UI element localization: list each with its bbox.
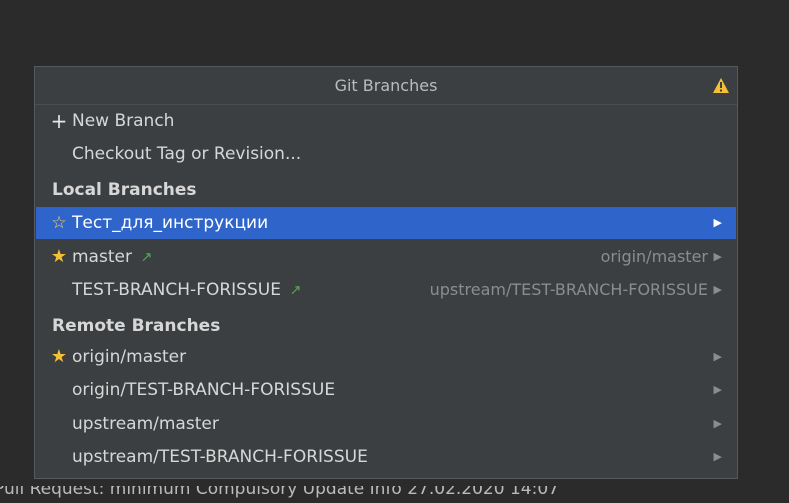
submenu-arrow-icon: ▶	[713, 417, 722, 430]
remote-branch-name: upstream/TEST-BRANCH-FORISSUE	[72, 447, 368, 467]
local-branch-name: Тест_для_инструкции	[72, 213, 269, 233]
remote-branch-name: origin/master	[72, 347, 187, 367]
checkout-tag-label: Checkout Tag or Revision...	[72, 144, 302, 164]
local-branches-title: Local Branches	[52, 180, 197, 200]
submenu-arrow-icon: ▶	[713, 283, 722, 296]
tracking-branch: upstream/TEST-BRANCH-FORISSUE	[429, 280, 708, 299]
remote-branch-name: origin/TEST-BRANCH-FORISSUE	[72, 380, 336, 400]
local-branch-row[interactable]: ★ master ↑ origin/master ▶	[36, 241, 736, 273]
star-filled-icon[interactable]: ★	[48, 341, 70, 373]
submenu-arrow-icon: ▶	[713, 250, 722, 263]
local-branches-header: Local Branches	[36, 174, 736, 206]
tracking-branch: origin/master	[600, 247, 708, 266]
remote-branch-row[interactable]: upstream/master ▶	[36, 408, 736, 440]
status-bar-text: Pull Request: minimum Compulsory Update …	[0, 486, 559, 499]
submenu-arrow-icon: ▶	[713, 350, 722, 363]
remote-branch-name: upstream/master	[72, 414, 219, 434]
star-outline-icon[interactable]: ☆	[48, 207, 70, 239]
local-branch-name: TEST-BRANCH-FORISSUE	[72, 280, 281, 300]
plus-icon: +	[50, 109, 68, 133]
submenu-arrow-icon: ▶	[713, 383, 722, 396]
checkout-tag-item[interactable]: Checkout Tag or Revision...	[36, 138, 736, 170]
popup-header: Git Branches	[35, 67, 737, 105]
submenu-arrow-icon: ▶	[713, 216, 722, 229]
remote-branches-title: Remote Branches	[52, 316, 221, 336]
local-branch-label-wrap: TEST-BRANCH-FORISSUE ↑	[72, 274, 305, 307]
git-branches-popup: Git Branches + New Branch Checkout Tag o…	[34, 66, 738, 479]
popup-title: Git Branches	[334, 76, 438, 95]
warning-icon[interactable]	[713, 78, 729, 93]
local-branch-row[interactable]: TEST-BRANCH-FORISSUE ↑ upstream/TEST-BRAN…	[36, 274, 736, 306]
new-branch-item[interactable]: + New Branch	[36, 105, 736, 137]
submenu-arrow-icon: ▶	[713, 450, 722, 463]
local-branch-name: master	[72, 247, 132, 267]
remote-branch-row[interactable]: origin/TEST-BRANCH-FORISSUE ▶	[36, 374, 736, 406]
local-branch-label-wrap: master ↑	[72, 241, 156, 274]
incoming-commits-icon: ↑	[136, 248, 156, 268]
status-bar: Pull Request: minimum Compulsory Update …	[0, 486, 789, 503]
remote-branches-header: Remote Branches	[36, 310, 736, 342]
remote-branch-row[interactable]: upstream/TEST-BRANCH-FORISSUE ▶	[36, 441, 736, 473]
remote-branch-row[interactable]: ★ origin/master ▶	[36, 341, 736, 373]
local-branch-row[interactable]: ☆ Тест_для_инструкции ▶	[36, 207, 736, 239]
star-filled-icon[interactable]: ★	[48, 241, 70, 273]
incoming-commits-icon: ↑	[285, 281, 305, 301]
new-branch-label: New Branch	[72, 111, 175, 131]
